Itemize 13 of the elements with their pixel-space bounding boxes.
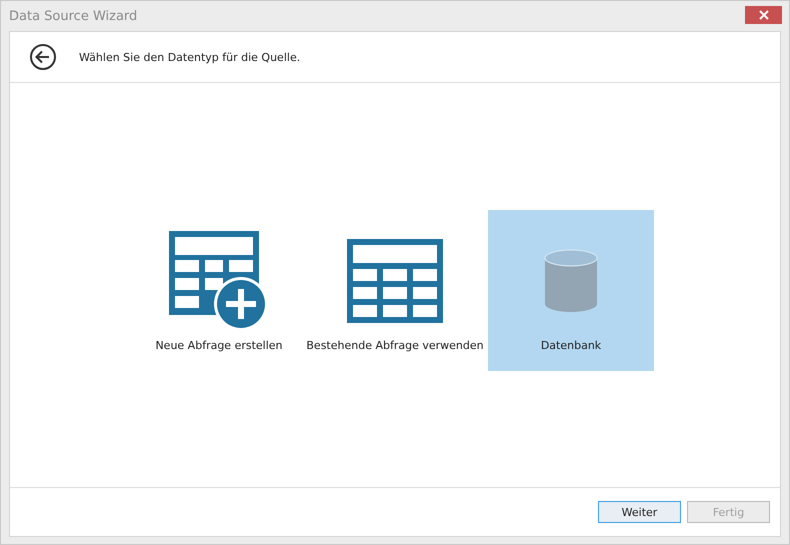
option-label: Bestehende Abfrage verwenden (306, 338, 484, 352)
wizard-button[interactable]: Weiter (598, 501, 681, 523)
option-label: Neue Abfrage erstellen (155, 338, 283, 352)
close-button[interactable] (745, 6, 782, 24)
option-label: Datenbank (540, 338, 602, 352)
table-icon (347, 238, 443, 322)
window-title: Data Source Wizard (9, 8, 138, 24)
back-icon[interactable] (29, 43, 57, 71)
database-icon (544, 248, 598, 312)
close-icon (758, 10, 768, 20)
option-tile[interactable]: Neue Abfrage erstellen (136, 210, 302, 370)
header-text: Wählen Sie den Datentyp für die Quelle. (79, 50, 300, 64)
option-tile[interactable]: Datenbank (488, 210, 654, 370)
